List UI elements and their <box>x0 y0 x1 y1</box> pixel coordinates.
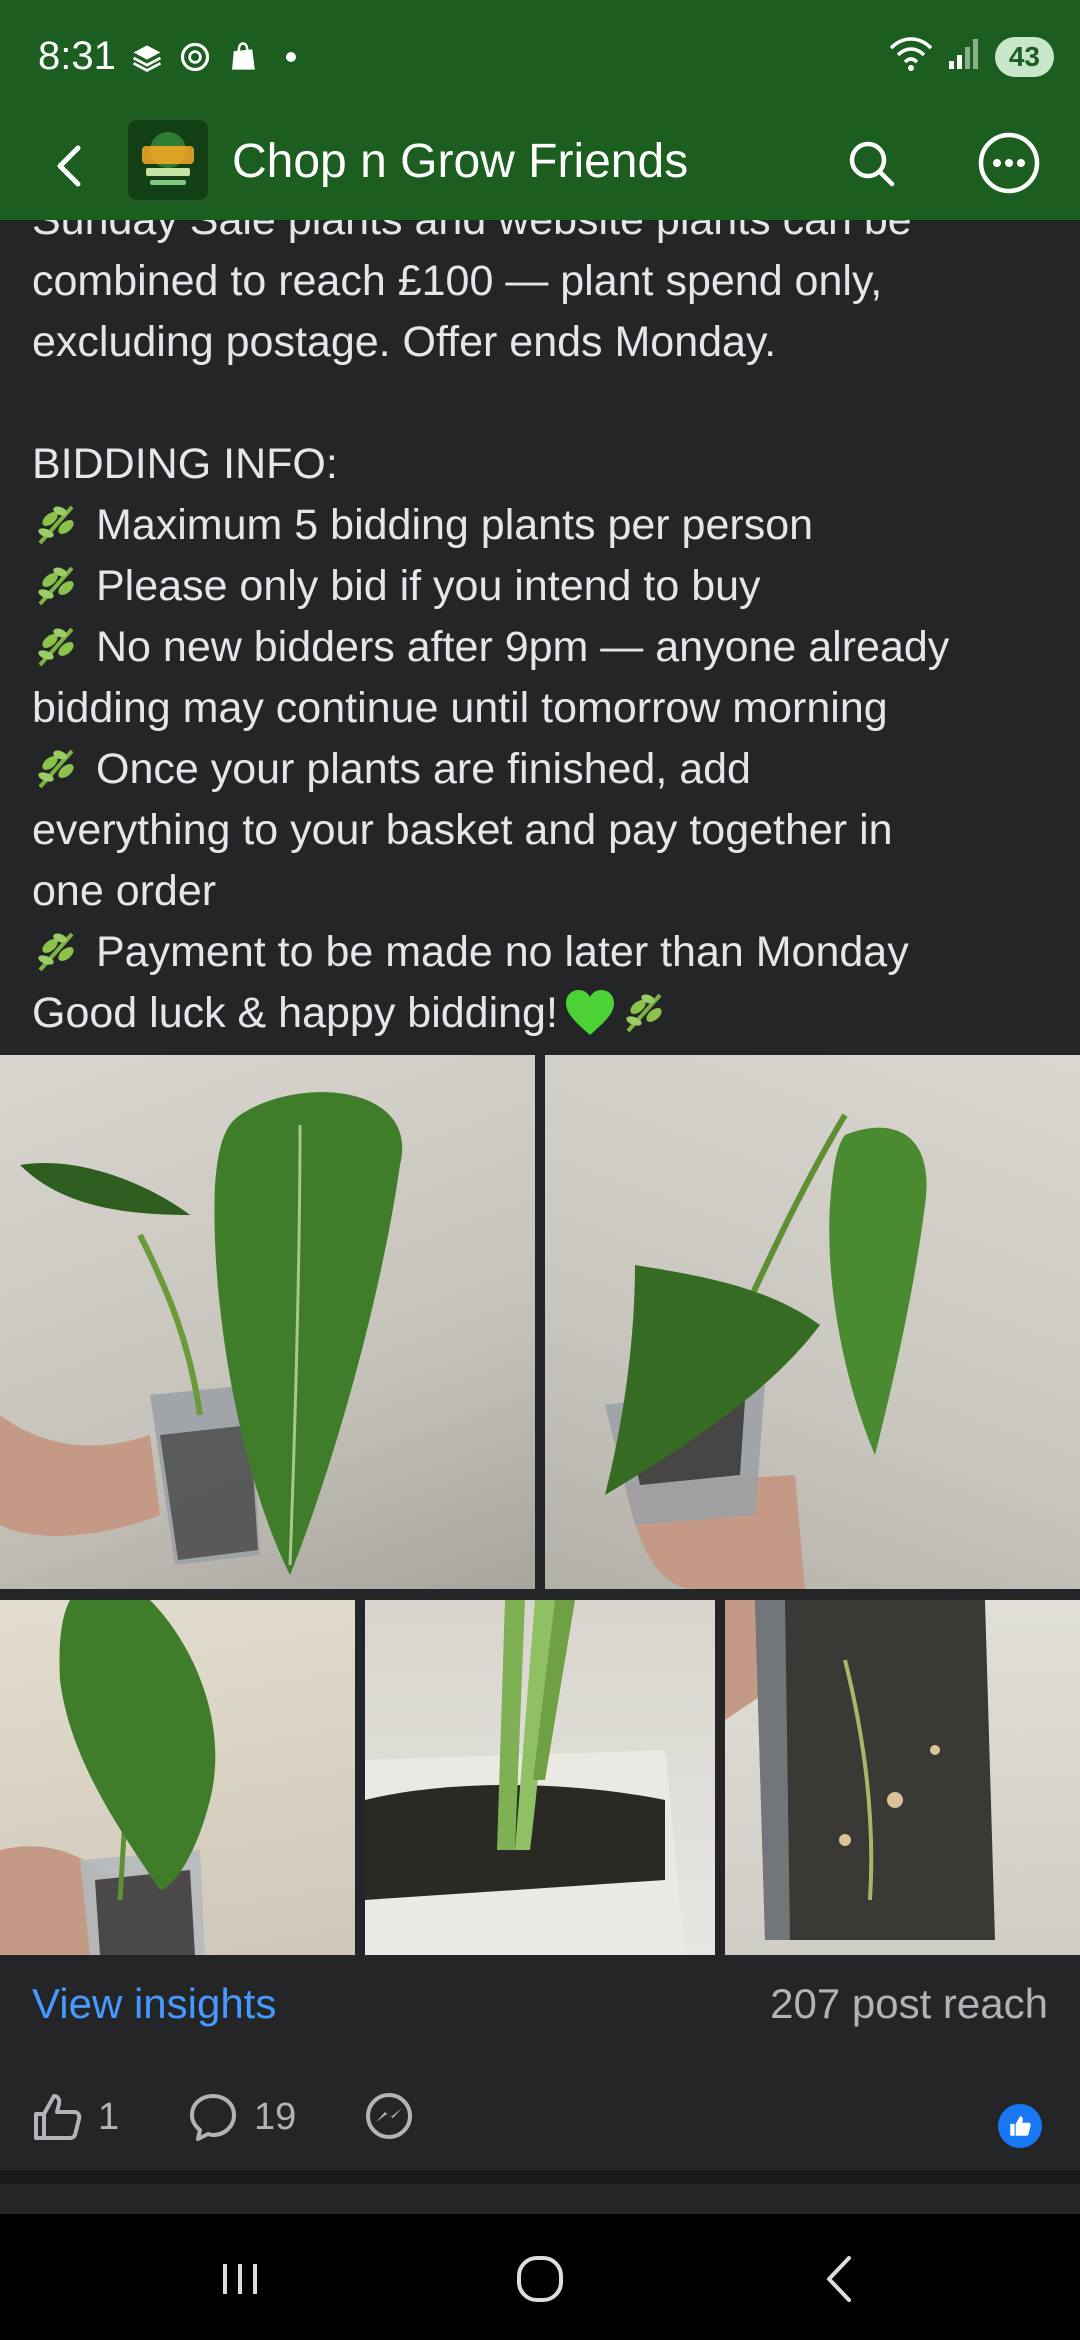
system-status: 43 <box>889 36 1054 77</box>
like-count: 1 <box>98 2095 120 2138</box>
herb-icon <box>38 566 74 606</box>
post-actions: 1 19 <box>0 2080 1080 2170</box>
post-line: everything to your basket and pay togeth… <box>32 806 893 854</box>
back-nav-icon[interactable] <box>805 2244 875 2314</box>
post-line: combined to reach £100 — plant spend onl… <box>32 257 883 305</box>
post-bullet: No new bidders after 9pm — anyone alread… <box>32 617 1052 678</box>
group-title[interactable]: Chop n Grow Friends <box>232 134 688 189</box>
next-post-peek <box>0 2184 1080 2214</box>
like-reaction-badge[interactable] <box>998 2104 1042 2148</box>
home-icon[interactable] <box>505 2244 575 2314</box>
plant-photo[interactable] <box>0 1600 355 1955</box>
herb-icon <box>38 932 74 972</box>
post-line: excluding postage. Offer ends Monday. <box>32 318 777 366</box>
thumbs-up-icon <box>1010 2116 1031 2136</box>
signal-icon <box>947 37 981 76</box>
status-bar: 8:31 43 <box>0 0 1080 120</box>
comment-icon <box>190 2094 236 2141</box>
plant-photo[interactable] <box>0 1055 535 1589</box>
app-bar: Chop n Grow Friends <box>0 120 1080 220</box>
post-bullet: Once your plants are finished, add <box>32 739 1052 800</box>
comment-count: 19 <box>254 2095 297 2138</box>
herb-icon <box>38 749 74 789</box>
recent-apps-icon[interactable] <box>205 2244 275 2314</box>
herb-icon <box>38 627 74 667</box>
notification-icons <box>128 38 296 76</box>
shopify-icon <box>224 38 262 76</box>
post-bullet: Maximum 5 bidding plants per person <box>32 495 1052 556</box>
system-nav-bar <box>0 2214 1080 2340</box>
herb-icon <box>38 505 74 545</box>
herb-icon <box>626 993 662 1033</box>
post-bullet: Payment to be made no later than Monday <box>32 922 1052 983</box>
green-heart-icon <box>565 990 614 1035</box>
like-button[interactable]: 1 <box>30 2090 119 2144</box>
status-time: 8:31 <box>38 34 116 78</box>
back-arrow-icon[interactable] <box>40 136 100 196</box>
post-line: one order <box>32 867 217 915</box>
more-notifications-dot <box>286 52 296 62</box>
plant-photo[interactable] <box>545 1055 1080 1589</box>
post-line: bidding may continue until tomorrow morn… <box>32 684 888 732</box>
header: 8:31 43 Chop n Grow Friends <box>0 0 1080 220</box>
wifi-icon <box>889 36 933 77</box>
threads-icon <box>176 38 214 76</box>
post-line: BIDDING INFO: <box>32 440 338 488</box>
plant-photo[interactable] <box>365 1600 715 1955</box>
thumbs-up-icon <box>34 2094 82 2140</box>
view-insights-link[interactable]: View insights <box>32 1980 276 2028</box>
stack-icon <box>128 38 166 76</box>
group-avatar[interactable] <box>128 120 208 200</box>
post-bullet: Please only bid if you intend to buy <box>32 556 1052 617</box>
post-reach: 207 post reach <box>770 1980 1048 2027</box>
comment-button[interactable]: 19 <box>186 2090 296 2144</box>
search-icon[interactable] <box>842 134 902 194</box>
post-line: Good luck & happy bidding! <box>32 983 1052 1044</box>
messenger-share-button[interactable] <box>362 2090 416 2144</box>
photo-grid <box>0 1055 1080 1955</box>
battery-indicator: 43 <box>994 36 1054 77</box>
more-options-icon[interactable] <box>974 128 1044 198</box>
post-body: Sunday Sale plants and website plants ca… <box>32 190 1052 1044</box>
post-divider <box>0 2170 1080 2184</box>
messenger-icon <box>366 2093 412 2139</box>
plant-photo[interactable] <box>725 1600 1080 1955</box>
